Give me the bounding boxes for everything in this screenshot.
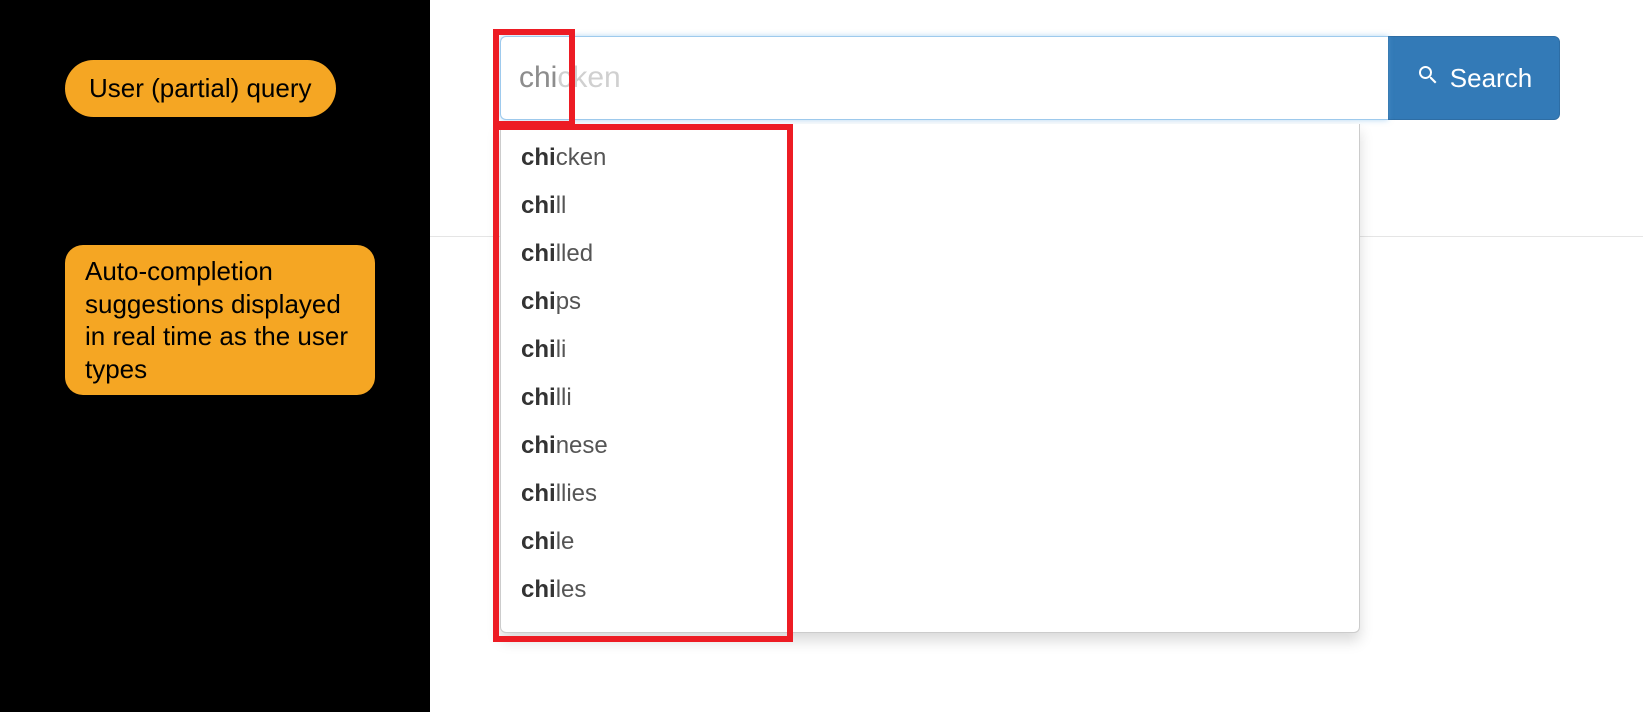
suggestion-dropdown: chickenchillchilledchipschilichillichine… [500, 124, 1360, 633]
callout-suggestions: Auto-completion suggestions displayed in… [65, 245, 375, 395]
suggestion-item[interactable]: chillies [501, 470, 1359, 518]
suggestion-item[interactable]: chips [501, 278, 1359, 326]
annotation-sidebar: User (partial) query Auto-completion sug… [0, 0, 430, 712]
suggestion-item[interactable]: chile [501, 518, 1359, 566]
diagram-stage: User (partial) query Auto-completion sug… [0, 0, 1643, 712]
search-button[interactable]: Search [1388, 36, 1560, 120]
suggestion-item[interactable]: chiles [501, 566, 1359, 614]
suggestion-item[interactable]: chicken [501, 134, 1359, 182]
suggestion-item[interactable]: chill [501, 182, 1359, 230]
search-bar: chicken chi Search [500, 36, 1560, 120]
suggestion-item[interactable]: chilled [501, 230, 1359, 278]
search-button-label: Search [1450, 63, 1532, 94]
search-ui: chicken chi Search chickenchillchilledch… [430, 0, 1643, 712]
suggestion-item[interactable]: chinese [501, 422, 1359, 470]
search-input-container[interactable]: chicken chi [500, 36, 1388, 120]
search-input[interactable] [501, 37, 1388, 119]
suggestion-item[interactable]: chili [501, 326, 1359, 374]
suggestion-item[interactable]: chilli [501, 374, 1359, 422]
callout-query: User (partial) query [65, 60, 336, 117]
search-icon [1416, 63, 1440, 94]
